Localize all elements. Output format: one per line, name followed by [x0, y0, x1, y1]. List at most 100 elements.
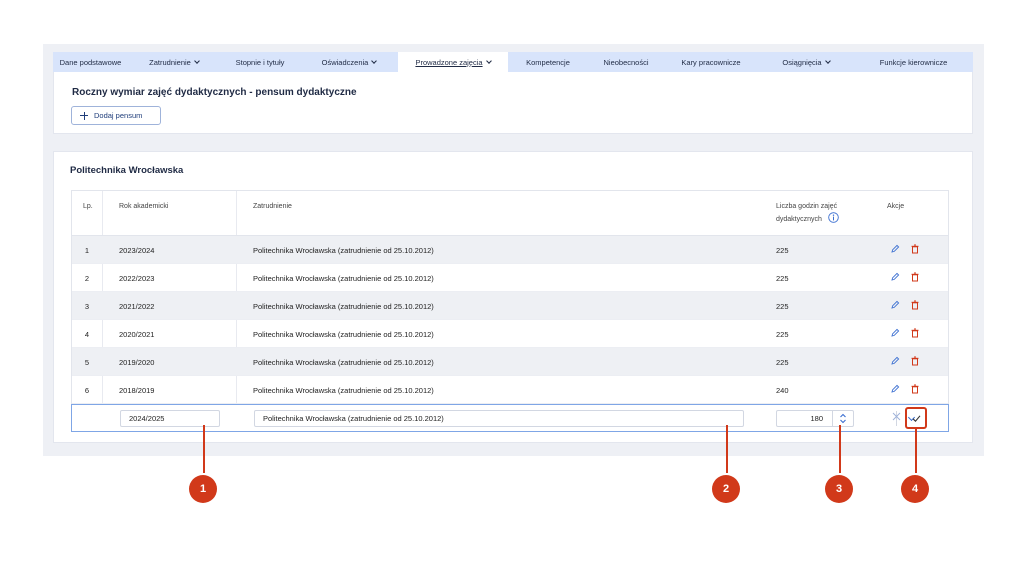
table-row: 6 2018/2019 Politechnika Wrocławska (zatru… — [72, 376, 948, 404]
cell-godziny: 225 — [776, 302, 789, 311]
godziny-value: 180 — [810, 414, 823, 423]
cell-rok: 2023/2024 — [119, 246, 155, 255]
cell-lp: 6 — [84, 386, 90, 395]
edit-pencil-icon[interactable] — [890, 356, 900, 366]
plus-icon — [80, 111, 88, 120]
rok-value: 2024/2025 — [129, 414, 165, 423]
callout-line — [726, 425, 728, 473]
table-row: 3 2021/2022 Politechnika Wrocławska (zatru… — [72, 292, 948, 320]
add-pensum-label: Dodaj pensum — [94, 111, 143, 120]
chevron-down-icon — [371, 57, 378, 64]
pensum-header-card: Roczny wymiar zajęć dydaktycznych - pens… — [53, 72, 973, 134]
tab-oswiadczenia[interactable]: Oświadczenia — [300, 52, 398, 72]
spinner-arrows-icon[interactable] — [839, 413, 847, 424]
delete-trash-icon[interactable] — [910, 384, 920, 394]
tab-bar: Dane podstawowe Zatrudnienie Stopnie i t… — [53, 52, 973, 72]
delete-trash-icon[interactable] — [910, 300, 920, 310]
edit-pencil-icon[interactable] — [890, 328, 900, 338]
delete-trash-icon[interactable] — [910, 272, 920, 282]
edit-pencil-icon[interactable] — [890, 384, 900, 394]
pensum-table-card: Politechnika Wrocławska Lp. Rok akademic… — [53, 151, 973, 443]
table-row: 2 2022/2023 Politechnika Wrocławska (zatru… — [72, 264, 948, 292]
chevron-down-icon — [194, 57, 200, 64]
tab-label: Prowadzone zajęcia — [415, 57, 483, 67]
cell-rok: 2018/2019 — [119, 386, 155, 395]
cell-lp: 5 — [84, 358, 90, 367]
cell-lp: 3 — [84, 302, 90, 311]
cell-godziny: 225 — [776, 358, 789, 367]
add-pensum-button[interactable]: Dodaj pensum — [71, 106, 161, 125]
liczba-godzin-input[interactable]: 180 — [776, 410, 854, 427]
cell-zatrudnienie: Politechnika Wrocławska (zatrudnienie od… — [253, 274, 434, 283]
cell-godziny: 240 — [776, 386, 789, 395]
callout-line — [203, 425, 205, 473]
edit-pencil-icon[interactable] — [890, 300, 900, 310]
header-zatrudnienie: Zatrudnienie — [253, 203, 292, 210]
cell-rok: 2021/2022 — [119, 302, 155, 311]
cell-rok: 2019/2020 — [119, 358, 155, 367]
callout-line — [839, 425, 841, 473]
edit-pencil-icon[interactable] — [890, 272, 900, 282]
edit-pencil-icon[interactable] — [890, 244, 900, 254]
header-godziny-line1: Liczba godzin zajęć — [776, 203, 838, 210]
check-icon — [912, 415, 921, 423]
tab-funkcje-kierownicze[interactable]: Funkcje kierownicze — [854, 52, 973, 72]
cell-lp: 2 — [84, 274, 90, 283]
tab-zatrudnienie[interactable]: Zatrudnienie — [128, 52, 220, 72]
tab-prowadzone-zajecia[interactable]: Prowadzone zajęcia — [398, 52, 508, 72]
callout-badge-4: 4 — [901, 475, 929, 503]
tab-label: Nieobecności — [603, 57, 649, 67]
tab-label: Oświadczenia — [321, 57, 369, 67]
header-lp: Lp. — [83, 203, 93, 210]
table-row: 4 2020/2021 Politechnika Wrocławska (zatru… — [72, 320, 948, 348]
tab-kary-pracownicze[interactable]: Kary pracownicze — [664, 52, 758, 72]
callout-badge-1: 1 — [189, 475, 217, 503]
header-rok: Rok akademicki — [119, 203, 169, 210]
cell-lp: 1 — [84, 246, 90, 255]
tab-nieobecnosci[interactable]: Nieobecności — [588, 52, 664, 72]
cell-zatrudnienie: Politechnika Wrocławska (zatrudnienie od… — [253, 358, 434, 367]
cell-godziny: 225 — [776, 274, 789, 283]
callout-badge-3: 3 — [825, 475, 853, 503]
pensum-table: Lp. Rok akademicki Zatrudnienie Liczba g… — [71, 190, 949, 432]
cell-zatrudnienie: Politechnika Wrocławska (zatrudnienie od… — [253, 386, 434, 395]
chevron-down-icon — [824, 57, 831, 64]
input-divider — [832, 411, 833, 426]
cell-lp: 4 — [84, 330, 90, 339]
cell-rok: 2022/2023 — [119, 274, 155, 283]
cell-godziny: 225 — [776, 330, 789, 339]
info-icon[interactable] — [828, 212, 839, 223]
tab-dane-podstawowe[interactable]: Dane podstawowe — [53, 52, 128, 72]
page-frame: Dane podstawowe Zatrudnienie Stopnie i t… — [43, 44, 984, 456]
delete-trash-icon[interactable] — [910, 328, 920, 338]
cell-zatrudnienie: Politechnika Wrocławska (zatrudnienie od… — [253, 246, 434, 255]
cell-zatrudnienie: Politechnika Wrocławska (zatrudnienie od… — [253, 302, 434, 311]
zatrudnienie-select[interactable]: Politechnika Wrocławska (zatrudnienie od… — [254, 410, 916, 427]
tab-stopnie-i-tytuly[interactable]: Stopnie i tytuły — [220, 52, 300, 72]
tab-label: Osiągnięcia — [782, 57, 822, 67]
zatrudnienie-value: Politechnika Wrocławska (zatrudnienie od… — [263, 414, 444, 423]
rok-akademicki-input[interactable]: 2024/2025 — [120, 410, 220, 427]
save-button[interactable] — [905, 407, 927, 429]
cell-zatrudnienie: Politechnika Wrocławska (zatrudnienie od… — [253, 330, 434, 339]
cancel-icon[interactable] — [892, 412, 901, 421]
chevron-down-icon — [485, 57, 492, 64]
tab-osiagniecia[interactable]: Osiągnięcia — [758, 52, 854, 72]
tab-kompetencje[interactable]: Kompetencje — [508, 52, 588, 72]
university-title: Politechnika Wrocławska — [70, 165, 184, 176]
callout-number: 4 — [911, 483, 919, 495]
callout-line — [915, 427, 917, 473]
tab-label: Kompetencje — [526, 57, 570, 67]
tab-label: Dane podstawowe — [59, 57, 122, 67]
tab-label: Stopnie i tytuły — [235, 57, 285, 67]
callout-number: 2 — [722, 483, 730, 495]
section-title: Roczny wymiar zajęć dydaktycznych - pens… — [72, 87, 357, 98]
header-godziny-line2: dydaktycznych — [776, 216, 822, 223]
delete-trash-icon[interactable] — [910, 356, 920, 366]
callout-number: 1 — [199, 483, 207, 495]
tab-label: Funkcje kierownicze — [879, 57, 948, 67]
tab-label: Zatrudnienie — [149, 57, 191, 67]
delete-trash-icon[interactable] — [910, 244, 920, 254]
callout-number: 3 — [835, 483, 843, 495]
callout-badge-2: 2 — [712, 475, 740, 503]
